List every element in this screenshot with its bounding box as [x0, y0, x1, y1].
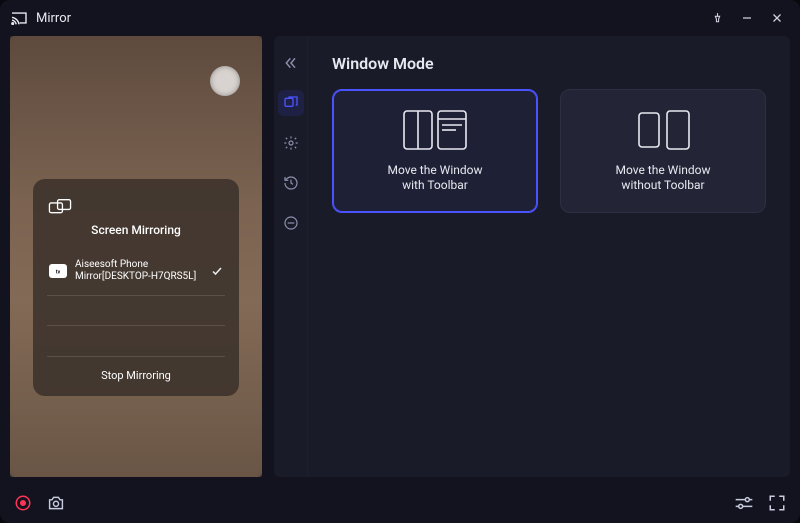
window-mode-with-toolbar[interactable]: Move the Window with Toolbar	[332, 89, 538, 213]
svg-text:tv: tv	[56, 269, 61, 275]
history-tab[interactable]	[278, 170, 304, 196]
footer-bar	[0, 483, 800, 523]
appletv-badge-icon: tv	[49, 264, 67, 278]
window-mode-options: Move the Window with Toolbar Move	[332, 89, 766, 213]
mirror-device-row[interactable]: tv Aiseesoft Phone Mirror[DESKTOP-H7QRS5…	[47, 255, 225, 296]
mirror-empty-row	[47, 326, 225, 356]
settings-content: Window Mode	[308, 36, 790, 477]
mode-title-line: without Toolbar	[621, 178, 704, 192]
phone-preview-column: Screen Mirroring tv Aiseesoft Phone Mirr…	[10, 36, 262, 477]
mirror-overlay-card: Screen Mirroring tv Aiseesoft Phone Mirr…	[33, 179, 239, 396]
collapse-rail-button[interactable]	[278, 50, 304, 76]
minimize-button[interactable]	[734, 5, 760, 31]
adjust-button[interactable]	[734, 496, 754, 510]
titlebar: Mirror	[0, 0, 800, 36]
screenshot-button[interactable]	[46, 495, 66, 511]
mode-card-title: Move the Window without Toolbar	[615, 163, 710, 193]
window-mode-tab[interactable]	[278, 90, 304, 116]
screen-mirroring-icon	[47, 197, 225, 217]
mirror-device-name: Aiseesoft Phone Mirror[DESKTOP-H7QRS5L]	[75, 259, 203, 283]
close-button[interactable]	[764, 5, 790, 31]
mirror-empty-row	[47, 296, 225, 326]
more-tab[interactable]	[278, 210, 304, 236]
record-button[interactable]	[14, 494, 32, 512]
mode-title-line: with Toolbar	[402, 178, 468, 192]
window-with-toolbar-icon	[402, 109, 468, 151]
fullscreen-button[interactable]	[768, 494, 786, 512]
window-mode-without-toolbar[interactable]: Move the Window without Toolbar	[560, 89, 766, 213]
mode-title-line: Move the Window	[387, 163, 482, 177]
mirror-overlay-heading: Screen Mirroring	[47, 223, 225, 237]
app-window: Mirror	[0, 0, 800, 523]
app-title-group: Mirror	[10, 11, 71, 26]
mode-card-title: Move the Window with Toolbar	[387, 163, 482, 193]
app-title: Mirror	[36, 11, 71, 26]
check-icon	[211, 265, 223, 277]
side-rail	[274, 36, 308, 477]
stop-mirroring-button[interactable]: Stop Mirroring	[47, 357, 225, 396]
pin-button[interactable]	[704, 5, 730, 31]
window-without-toolbar-icon	[635, 109, 691, 151]
cast-icon	[10, 11, 28, 25]
mode-title-line: Move the Window	[615, 163, 710, 177]
phone-preview: Screen Mirroring tv Aiseesoft Phone Mirr…	[10, 36, 262, 477]
app-body: Screen Mirroring tv Aiseesoft Phone Mirr…	[0, 36, 800, 483]
camera-dot	[210, 66, 240, 96]
settings-panel: Window Mode	[274, 36, 790, 477]
panel-heading: Window Mode	[332, 54, 766, 73]
settings-tab[interactable]	[278, 130, 304, 156]
